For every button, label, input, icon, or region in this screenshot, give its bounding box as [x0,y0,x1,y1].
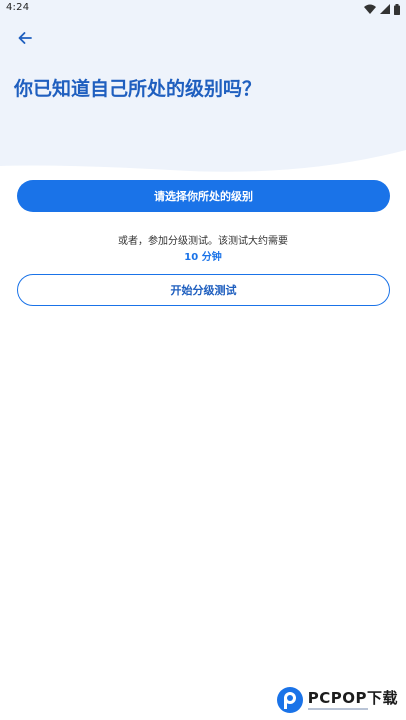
watermark-text-group: PCPOP下载 [307,689,398,710]
hint-text: 或者，参加分级测试。该测试大约需要 [118,236,288,247]
select-level-button[interactable]: 请选择你所处的级别 [17,180,390,212]
page-title: 你已知道自己所处的级别吗？ [14,78,262,100]
hint-duration: 10 分钟 [184,252,222,263]
watermark-text: PCPOP下载 [307,689,398,707]
start-placement-test-button[interactable]: 开始分级测试 [17,274,390,306]
back-button[interactable] [12,26,38,50]
pcpop-logo-icon [276,687,303,713]
status-bar: 4:24 [0,0,406,18]
status-icons [364,3,400,15]
app-screen: 4:24 你已知道自己所处的级别吗？ 请选择你所处的级别 或者，参加分级测试。该… [0,0,406,720]
signal-icon [380,4,390,14]
status-time: 4:24 [6,2,30,13]
wifi-icon [364,4,376,14]
watermark: PCPOP下载 [276,686,398,714]
arrow-left-icon [18,32,32,44]
battery-icon [394,3,400,15]
watermark-underline [307,708,368,710]
placement-test-hint: 或者，参加分级测试。该测试大约需要 10 分钟 [0,234,406,266]
